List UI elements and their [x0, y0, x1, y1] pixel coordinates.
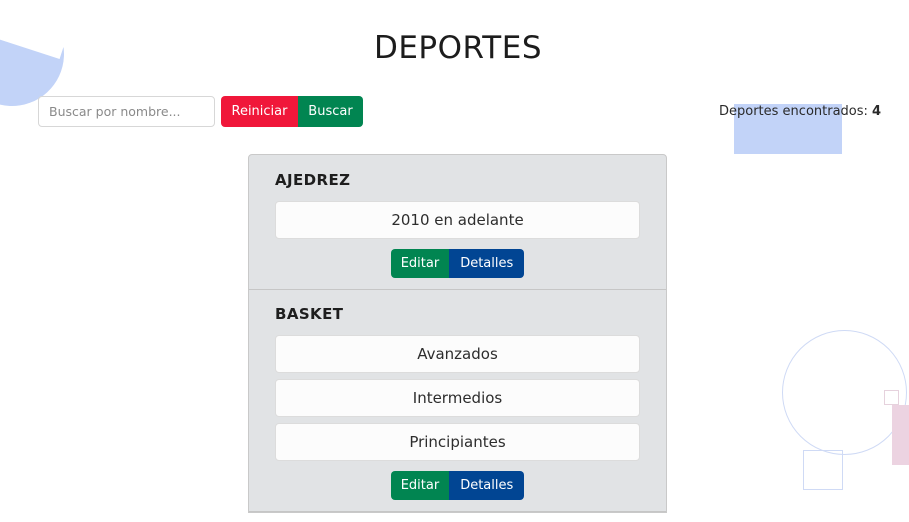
sport-card: AJEDREZ 2010 en adelante Editar Detalles	[249, 155, 666, 290]
sport-category-item: Principiantes	[275, 423, 640, 461]
sport-category-item: Intermedios	[275, 379, 640, 417]
details-button[interactable]: Detalles	[449, 249, 525, 278]
search-button-group: Reiniciar Buscar	[221, 96, 363, 127]
search-button[interactable]: Buscar	[298, 96, 363, 127]
reset-button[interactable]: Reiniciar	[221, 96, 298, 127]
details-button[interactable]: Detalles	[449, 471, 525, 500]
sport-name: AJEDREZ	[275, 171, 351, 189]
card-actions: Editar Detalles	[275, 249, 640, 278]
results-count-label: Deportes encontrados:	[719, 104, 868, 119]
decorative-square-outline	[803, 450, 843, 490]
page-title: DEPORTES	[373, 30, 543, 66]
card-actions: Editar Detalles	[275, 471, 640, 500]
results-count: Deportes encontrados: 4	[719, 104, 881, 119]
decorative-pink-bar	[892, 405, 909, 465]
search-input[interactable]	[38, 96, 215, 127]
edit-button[interactable]: Editar	[390, 471, 450, 500]
sport-name: BASKET	[275, 305, 344, 323]
edit-button[interactable]: Editar	[390, 249, 450, 278]
sports-list: AJEDREZ 2010 en adelante Editar Detalles…	[248, 154, 667, 513]
decorative-small-square	[884, 390, 899, 405]
sport-category-item: Avanzados	[275, 335, 640, 373]
sport-category-item: 2010 en adelante	[275, 201, 640, 239]
sport-card: BASKET Avanzados Intermedios Principiant…	[249, 290, 666, 512]
results-count-value: 4	[872, 104, 882, 119]
